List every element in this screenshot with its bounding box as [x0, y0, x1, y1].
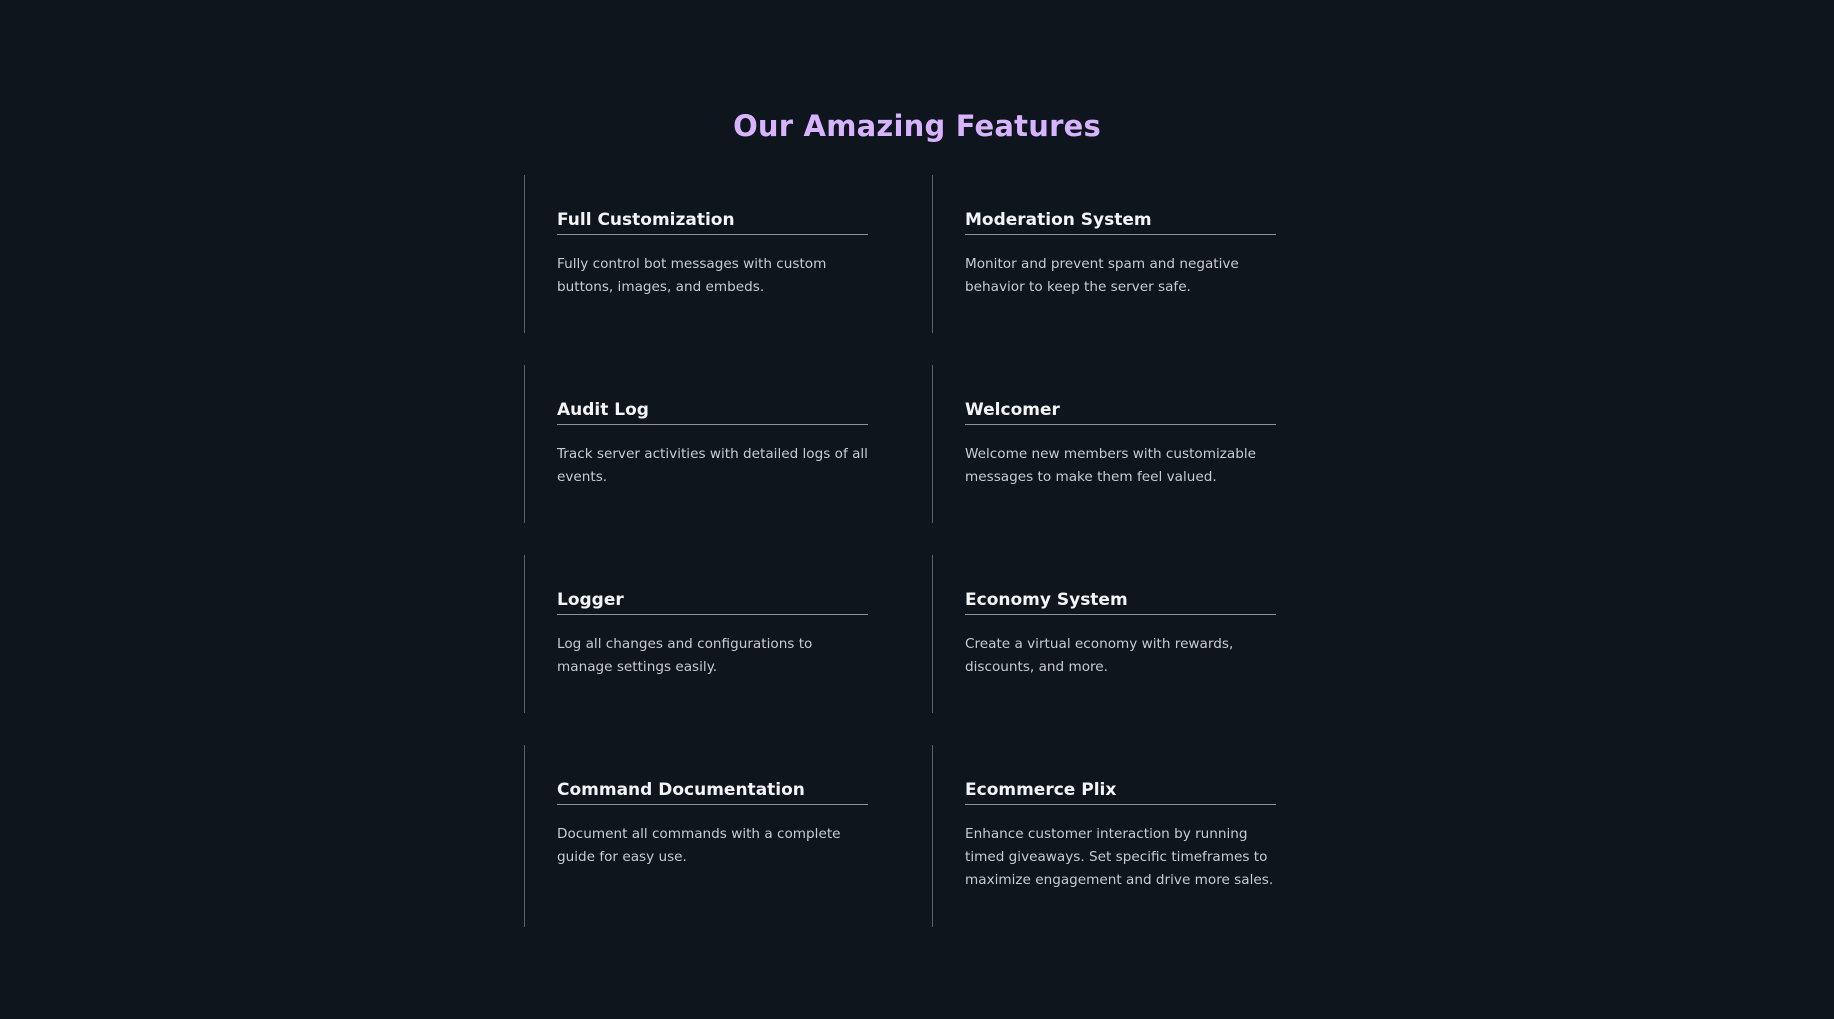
- features-page: Our Amazing Features Full Customization …: [0, 0, 1834, 1019]
- feature-description: Monitor and prevent spam and negative be…: [965, 256, 1239, 295]
- feature-card-ecommerce-plix: Ecommerce Plix Enhance customer interact…: [932, 745, 1278, 927]
- feature-card-full-customization: Full Customization Fully control bot mes…: [524, 175, 870, 333]
- feature-title: Ecommerce Plix: [965, 779, 1276, 805]
- feature-card-logger: Logger Log all changes and configuration…: [524, 555, 870, 713]
- feature-card-command-documentation: Command Documentation Document all comma…: [524, 745, 870, 927]
- feature-title: Full Customization: [557, 209, 868, 235]
- features-grid: Full Customization Fully control bot mes…: [524, 175, 1324, 927]
- feature-title: Command Documentation: [557, 779, 868, 805]
- feature-description: Document all commands with a complete gu…: [557, 826, 841, 865]
- feature-description: Fully control bot messages with custom b…: [557, 256, 827, 295]
- feature-title: Welcomer: [965, 399, 1276, 425]
- feature-description: Track server activities with detailed lo…: [557, 446, 868, 485]
- feature-description: Enhance customer interaction by running …: [965, 826, 1274, 888]
- feature-title: Audit Log: [557, 399, 868, 425]
- feature-title: Moderation System: [965, 209, 1276, 235]
- feature-description: Create a virtual economy with rewards, d…: [965, 636, 1234, 675]
- feature-description: Welcome new members with customizable me…: [965, 446, 1256, 485]
- feature-card-audit-log: Audit Log Track server activities with d…: [524, 365, 870, 523]
- feature-card-welcomer: Welcomer Welcome new members with custom…: [932, 365, 1278, 523]
- feature-title: Economy System: [965, 589, 1276, 615]
- section-title: Our Amazing Features: [733, 109, 1101, 143]
- feature-title: Logger: [557, 589, 868, 615]
- feature-description: Log all changes and configurations to ma…: [557, 636, 813, 675]
- feature-card-economy-system: Economy System Create a virtual economy …: [932, 555, 1278, 713]
- feature-card-moderation-system: Moderation System Monitor and prevent sp…: [932, 175, 1278, 333]
